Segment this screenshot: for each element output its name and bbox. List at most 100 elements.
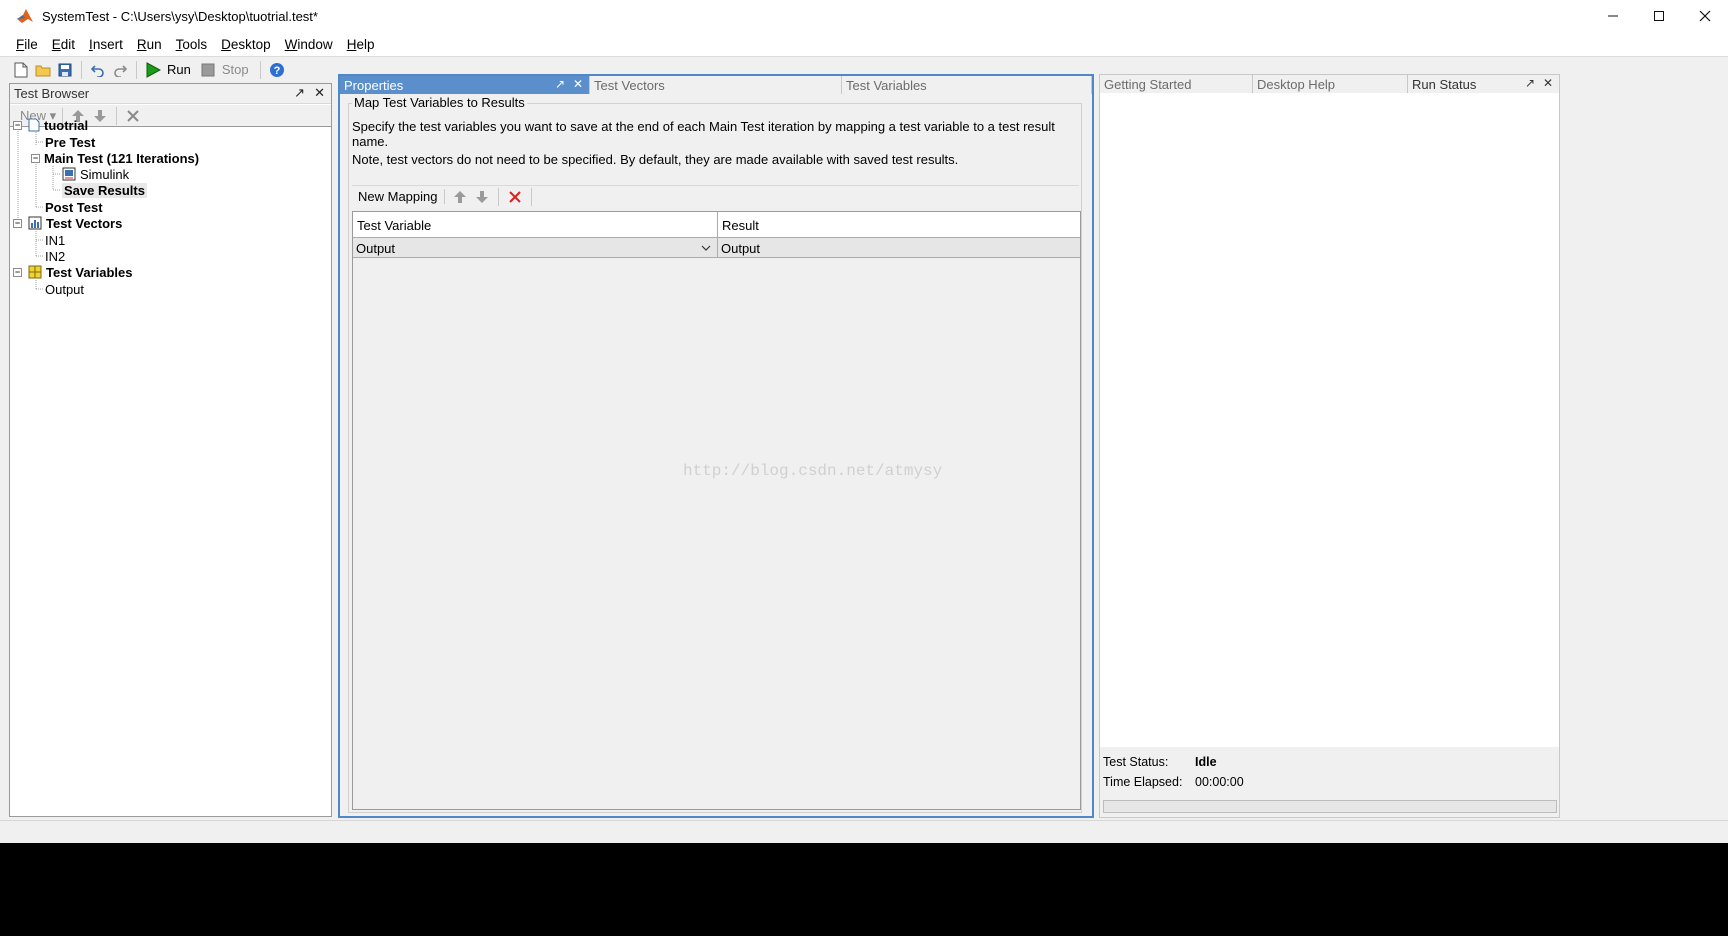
minimize-icon[interactable] [1590, 0, 1636, 32]
tree-item-in1[interactable]: IN1 [45, 232, 65, 248]
test-status-row: Test Status: Idle [1103, 755, 1217, 769]
tree-label: Output [45, 281, 85, 297]
collapse-icon[interactable]: − [13, 120, 22, 130]
watermark: http://blog.csdn.net/atmysy [683, 462, 943, 480]
toolbar-separator [259, 60, 261, 79]
undock-icon[interactable]: ↗ [294, 85, 305, 101]
menu-edit[interactable]: Edit [45, 37, 82, 52]
tab-properties[interactable]: Properties ↗ ✕ [340, 76, 590, 94]
move-down-icon[interactable] [473, 188, 491, 206]
open-folder-icon[interactable] [34, 61, 52, 79]
tree-item-test-variables[interactable]: − Test Variables [13, 264, 132, 280]
menu-file[interactable]: File [9, 37, 45, 52]
window-title: SystemTest - C:\Users\ysy\Desktop\tuotri… [42, 8, 318, 24]
stop-icon[interactable] [199, 61, 217, 79]
run-icon[interactable] [144, 61, 162, 79]
tree-item-test-vectors[interactable]: − Test Vectors [13, 215, 122, 231]
tab-label: Run Status [1412, 76, 1477, 92]
undock-icon[interactable]: ↗ [555, 77, 565, 91]
test-status-value: Idle [1195, 755, 1217, 769]
redo-icon[interactable] [111, 61, 129, 79]
tab-label: Desktop Help [1257, 76, 1336, 92]
column-header-result[interactable]: Result [718, 212, 1080, 238]
tab-run-status[interactable]: Run Status ↗ ✕ [1408, 75, 1559, 93]
tree-item-in2[interactable]: IN2 [45, 248, 65, 264]
close-icon[interactable] [1682, 0, 1728, 32]
tab-desktop-help[interactable]: Desktop Help [1253, 75, 1408, 93]
tree-label: Save Results [62, 182, 147, 198]
stop-button[interactable]: Stop [222, 62, 249, 77]
tree-item-simulink[interactable]: Simulink [62, 166, 129, 182]
move-down-icon[interactable] [91, 107, 109, 125]
tab-getting-started[interactable]: Getting Started [1100, 75, 1253, 93]
right-tab-strip: Getting Started Desktop Help Run Status … [1100, 75, 1559, 93]
tree-item-main-test[interactable]: − Main Test (121 Iterations) [31, 150, 199, 166]
title-bar: SystemTest - C:\Users\ysy\Desktop\tuotri… [0, 0, 1728, 32]
maximize-icon[interactable] [1636, 0, 1682, 32]
menu-desktop[interactable]: Desktop [214, 37, 278, 52]
tab-test-variables[interactable]: Test Variables [842, 76, 1092, 94]
tree-item-save-results[interactable]: Save Results [62, 182, 147, 198]
tree-item-pre-test[interactable]: Pre Test [45, 134, 95, 150]
close-panel-icon[interactable]: ✕ [314, 85, 325, 101]
time-elapsed-row: Time Elapsed: 00:00:00 [1103, 775, 1244, 789]
collapse-icon[interactable]: − [13, 218, 22, 228]
tab-label: Getting Started [1104, 76, 1192, 92]
test-variables-icon [28, 265, 42, 279]
toolbar-separator [116, 106, 118, 125]
tree-label: Post Test [45, 199, 103, 215]
tree-item-tuotrial[interactable]: − tuotrial [13, 117, 88, 133]
run-button[interactable]: Run [167, 62, 191, 77]
tree-label: Test Vectors [46, 215, 123, 231]
menu-run[interactable]: Run [130, 37, 169, 52]
move-up-icon[interactable] [451, 188, 469, 206]
result-cell[interactable]: Output [718, 238, 1080, 258]
test-status-label: Test Status: [1103, 755, 1169, 769]
close-tab-icon[interactable]: ✕ [1543, 76, 1553, 90]
simulink-icon [62, 167, 76, 181]
toolbar-separator [530, 187, 532, 206]
undo-icon[interactable] [89, 61, 107, 79]
run-status-area: Test Status: Idle Time Elapsed: 00:00:00 [1100, 747, 1559, 817]
tab-test-vectors[interactable]: Test Vectors [590, 76, 842, 94]
save-icon[interactable] [56, 61, 74, 79]
help-icon[interactable]: ? [268, 61, 286, 79]
tree-label: Pre Test [45, 134, 96, 150]
status-bar [0, 820, 1728, 842]
table-header: Test Variable Result [353, 212, 1080, 238]
menu-help[interactable]: Help [340, 37, 382, 52]
tree-label: tuotrial [44, 117, 89, 133]
time-elapsed-value: 00:00:00 [1195, 775, 1244, 789]
chevron-down-icon[interactable] [701, 244, 711, 252]
test-browser-header: Test Browser ↗ ✕ [10, 84, 331, 104]
properties-panel: Properties ↗ ✕ Test Vectors Test Variabl… [338, 74, 1094, 818]
new-mapping-button[interactable]: New Mapping [358, 189, 445, 204]
tree-item-post-test[interactable]: Post Test [45, 199, 103, 215]
menu-tools[interactable]: Tools [169, 37, 215, 52]
test-browser-title: Test Browser [14, 86, 90, 101]
tree-item-output[interactable]: Output [45, 281, 84, 297]
collapse-icon[interactable]: − [31, 153, 40, 163]
svg-text:?: ? [273, 65, 280, 77]
tree-label: Main Test (121 Iterations) [44, 150, 200, 166]
tab-label: Test Vectors [594, 77, 665, 93]
menu-window[interactable]: Window [278, 37, 340, 52]
delete-icon[interactable] [124, 107, 142, 125]
mapping-table: Test Variable Result Output Output http:… [352, 211, 1081, 810]
column-header-test-variable[interactable]: Test Variable [353, 212, 718, 238]
note-text: Note, test vectors do not need to be spe… [352, 152, 959, 167]
tab-label: Properties [344, 77, 404, 93]
systemtest-window: SystemTest - C:\Users\ysy\Desktop\tuotri… [0, 0, 1728, 936]
collapse-icon[interactable]: − [13, 267, 22, 277]
toolbar-separator [81, 60, 82, 79]
cell-value: Output [721, 240, 761, 256]
undock-icon[interactable]: ↗ [1525, 76, 1535, 90]
test-variable-dropdown[interactable]: Output [353, 238, 718, 258]
menu-insert[interactable]: Insert [82, 37, 130, 52]
close-tab-icon[interactable]: ✕ [573, 77, 583, 91]
table-row[interactable]: Output Output [353, 238, 1080, 258]
delete-mapping-icon[interactable] [506, 188, 524, 206]
test-browser-panel: Test Browser ↗ ✕ New ▾ − tuotrial Pre Te… [9, 83, 332, 817]
tree-label: IN2 [45, 248, 66, 264]
new-file-icon[interactable] [12, 61, 30, 79]
